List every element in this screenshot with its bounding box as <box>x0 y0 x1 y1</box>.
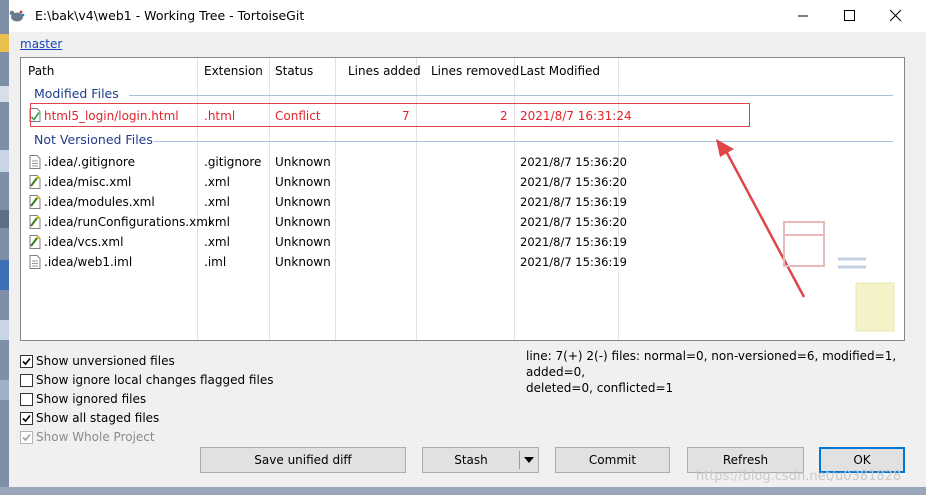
last-modified: 2021/8/7 15:36:19 <box>520 195 627 209</box>
checkbox-label: Show unversioned files <box>36 354 175 368</box>
watermark-logo-shape <box>783 221 825 267</box>
stash-split-button[interactable]: Stash <box>422 447 539 473</box>
column-header-lines-removed[interactable]: Lines removed <box>431 64 519 78</box>
last-modified: 2021/8/7 15:36:19 <box>520 235 627 249</box>
background-desktop-strip <box>0 0 9 495</box>
xml-file-icon <box>29 215 41 229</box>
xml-file-icon <box>29 175 41 189</box>
file-path: .idea/.gitignore <box>44 155 135 169</box>
tortoisegit-working-tree-window: E:\bak\v4\web1 - Working Tree - Tortoise… <box>0 0 926 495</box>
close-icon <box>889 9 902 22</box>
watermark-note-shape <box>855 282 895 332</box>
checkbox[interactable] <box>20 355 33 368</box>
last-modified: 2021/8/7 15:36:20 <box>520 155 627 169</box>
annotation-arrow <box>716 139 895 332</box>
checkbox-label: Show ignored files <box>36 392 147 406</box>
file-status: Unknown <box>275 155 331 169</box>
last-modified: 2021/8/7 15:36:20 <box>520 175 627 189</box>
checkbox <box>20 431 33 444</box>
file-extension: .xml <box>204 215 230 229</box>
file-path: .idea/runConfigurations.xml <box>44 215 212 229</box>
window-title: E:\bak\v4\web1 - Working Tree - Tortoise… <box>35 8 305 23</box>
watermark-text: https://blog.csdn.net/u0381828 <box>696 469 902 484</box>
file-extension: .xml <box>204 175 230 189</box>
file-extension: .xml <box>204 235 230 249</box>
branch-link[interactable]: master <box>20 37 62 51</box>
conflict-highlight-box <box>30 103 750 127</box>
column-header-path[interactable]: Path <box>28 64 54 78</box>
last-modified: 2021/8/7 15:36:20 <box>520 215 627 229</box>
close-button[interactable] <box>872 0 918 32</box>
file-path: .idea/misc.xml <box>44 175 132 189</box>
xml-file-icon <box>29 235 41 249</box>
split-divider <box>519 451 520 469</box>
maximize-button[interactable] <box>826 0 872 32</box>
checkmark-icon <box>22 433 31 442</box>
file-extension: .iml <box>204 255 227 269</box>
change-summary: line: 7(+) 2(-) files: normal=0, non-ver… <box>526 348 916 396</box>
file-extension: .xml <box>204 195 230 209</box>
file-status: Unknown <box>275 175 331 189</box>
commit-button[interactable]: Commit <box>555 447 670 473</box>
checkmark-icon <box>22 414 31 423</box>
group-header-unversioned: Not Versioned Files <box>34 132 153 147</box>
file-status: Unknown <box>275 215 331 229</box>
group-header-modified: Modified Files <box>34 86 119 101</box>
file-icon <box>29 255 41 269</box>
minimize-icon <box>798 15 808 17</box>
background-taskbar-strip <box>0 487 926 495</box>
summary-line: deleted=0, conflicted=1 <box>526 381 674 395</box>
file-icon <box>29 155 41 169</box>
column-header-last-modified[interactable]: Last Modified <box>520 64 600 78</box>
file-status: Unknown <box>275 235 331 249</box>
checkbox-label: Show ignore local changes flagged files <box>36 373 274 387</box>
file-path: .idea/vcs.xml <box>44 235 124 249</box>
stash-button-label: Stash <box>454 453 488 467</box>
checkbox-label: Show Whole Project <box>36 430 155 444</box>
column-header-lines-added[interactable]: Lines added <box>348 64 421 78</box>
checkbox[interactable] <box>20 374 33 387</box>
maximize-icon <box>844 10 855 21</box>
checkmark-icon <box>22 357 31 366</box>
summary-line: line: 7(+) 2(-) files: normal=0, non-ver… <box>526 349 897 379</box>
file-path: .idea/modules.xml <box>44 195 155 209</box>
file-status: Unknown <box>275 195 331 209</box>
file-status: Unknown <box>275 255 331 269</box>
save-unified-diff-button[interactable]: Save unified diff <box>200 447 406 473</box>
group-divider <box>129 95 893 96</box>
checkbox[interactable] <box>20 412 33 425</box>
checkbox[interactable] <box>20 393 33 406</box>
last-modified: 2021/8/7 15:36:19 <box>520 255 627 269</box>
file-path: .idea/web1.iml <box>44 255 133 269</box>
chevron-down-icon[interactable] <box>523 457 535 464</box>
tortoisegit-app-icon <box>9 10 25 22</box>
xml-file-icon <box>29 195 41 209</box>
file-extension: .gitignore <box>204 155 262 169</box>
column-header-extension[interactable]: Extension <box>204 64 263 78</box>
minimize-button[interactable] <box>780 0 826 32</box>
checkbox-label: Show all staged files <box>36 411 160 425</box>
column-header-status[interactable]: Status <box>275 64 313 78</box>
